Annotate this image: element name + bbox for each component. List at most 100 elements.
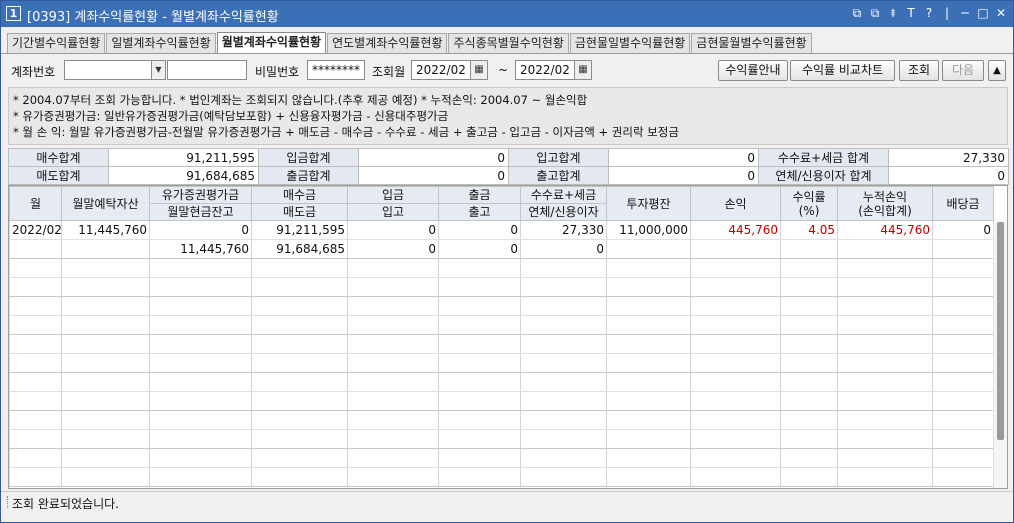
help-icon[interactable]: ?	[921, 5, 937, 22]
col-header-invest-avg[interactable]: 투자평잔	[606, 186, 691, 221]
copy-window-icon[interactable]: ⧉	[867, 5, 883, 22]
empty-cell	[251, 391, 348, 411]
title-bar: 1 [0393] 계좌수익률현황 - 월별계좌수익률현황 ⧉ ⧉ ⯒ T ? |…	[1, 1, 1013, 27]
notice-line: * 유가증권평가금: 일반유가증권평가금(예탁담보포함) + 신용융자평가금 -…	[13, 109, 449, 123]
col-header-cash-balance[interactable]: 월말현금잔고	[149, 203, 252, 221]
col-header-securities-eval[interactable]: 유가증권평가금	[149, 186, 252, 204]
col-header-stock-in[interactable]: 입고	[347, 203, 439, 221]
cell-sell-amount: 91,684,685	[251, 239, 348, 259]
empty-cell	[251, 353, 348, 373]
col-header-dividend[interactable]: 배당금	[932, 186, 994, 221]
tab-gold-daily-return[interactable]: 금현물일별수익률현황	[569, 33, 691, 53]
table-row[interactable]	[9, 448, 994, 468]
table-row[interactable]	[9, 315, 994, 335]
empty-cell	[932, 296, 994, 316]
col-header-sell-amount[interactable]: 매도금	[251, 203, 348, 221]
empty-cell	[932, 277, 994, 297]
empty-cell	[837, 277, 933, 297]
col-header-stock-out[interactable]: 출고	[438, 203, 521, 221]
pin-icon[interactable]: ⯒	[885, 5, 901, 22]
empty-cell	[149, 277, 252, 297]
empty-cell	[932, 429, 994, 449]
status-bar: 조회 완료되었습니다.	[1, 491, 1013, 511]
col-header-deposit[interactable]: 입금	[347, 186, 439, 204]
empty-cell	[520, 372, 607, 392]
tab-divider	[1, 53, 1013, 54]
empty-cell	[347, 296, 439, 316]
empty-cell	[9, 410, 62, 430]
tab-monthly-account-return[interactable]: 월별계좌수익률현황	[216, 32, 327, 53]
table-row[interactable]	[9, 372, 994, 392]
empty-cell	[61, 315, 150, 335]
col-header-interest[interactable]: 연체/신용이자	[520, 203, 607, 221]
col-header-return-rate[interactable]: 수익률 (%)	[780, 186, 838, 221]
table-row[interactable]	[9, 296, 994, 316]
to-calendar-button[interactable]: ▦	[574, 60, 592, 80]
calendar-icon: ▦	[578, 64, 588, 75]
summary-table: 매수합계 91,211,595 입금합계 0 입고합계 0 수수료+세금 합계 …	[8, 148, 1009, 185]
col-header-buy-amount[interactable]: 매수금	[251, 186, 348, 204]
cell-deposit-assets: 11,445,760	[61, 220, 150, 240]
return-guide-button[interactable]: 수익률안내	[718, 60, 788, 81]
col-header-withdraw[interactable]: 출금	[438, 186, 521, 204]
cell-deposit: 0	[347, 220, 439, 240]
grid-vertical-scrollbar[interactable]	[993, 222, 1007, 488]
table-row[interactable]	[9, 391, 994, 411]
col-header-deposit-assets[interactable]: 월말예탁자산	[61, 186, 150, 221]
status-message: 조회 완료되었습니다.	[12, 497, 119, 511]
col-header-fee-tax[interactable]: 수수료+세금	[520, 186, 607, 204]
tab-period-return[interactable]: 기간별수익률현황	[7, 33, 106, 53]
from-month-input[interactable]: 2022/02	[411, 60, 471, 80]
next-button[interactable]: 다음	[942, 60, 984, 81]
table-row[interactable]	[9, 334, 994, 354]
empty-cell	[9, 258, 62, 278]
buy-total-label: 매수합계	[8, 148, 109, 167]
table-row[interactable]	[9, 277, 994, 297]
account-name-field[interactable]	[167, 60, 247, 80]
table-row[interactable]: 2022/02 11,445,760 0 91,211,595 0 0 27,3…	[9, 220, 994, 240]
link-window-icon[interactable]: ⧉	[849, 5, 865, 22]
empty-cell	[932, 353, 994, 373]
empty-cell	[251, 334, 348, 354]
empty-cell	[438, 334, 521, 354]
tab-stock-monthly-return[interactable]: 주식종목별월수익현황	[448, 33, 569, 53]
monthly-return-grid[interactable]: 월 월말예탁자산 유가증권평가금 매수금 입금 출금 수수료+세금 투자평잔 손…	[8, 185, 1008, 489]
table-row[interactable]	[9, 467, 994, 487]
tab-daily-account-return[interactable]: 일별계좌수익률현황	[106, 33, 216, 53]
empty-cell	[149, 353, 252, 373]
tab-yearly-account-return[interactable]: 연도별계좌수익률현황	[327, 33, 448, 53]
account-dropdown-button[interactable]: ▼	[151, 60, 166, 80]
cell-buy-amount: 91,211,595	[251, 220, 348, 240]
col-header-month[interactable]: 월	[9, 186, 62, 221]
app-window: 1 [0393] 계좌수익률현황 - 월별계좌수익률현황 ⧉ ⧉ ⯒ T ? |…	[0, 0, 1014, 523]
empty-cell	[606, 334, 691, 354]
empty-cell	[690, 448, 781, 468]
collapse-up-button[interactable]: ▲	[988, 60, 1006, 81]
font-size-icon[interactable]: T	[903, 5, 919, 22]
from-calendar-button[interactable]: ▦	[470, 60, 488, 80]
col-header-pnl[interactable]: 손익	[690, 186, 781, 221]
table-row[interactable]: 11,445,760 91,684,685 0 0 0	[9, 239, 994, 259]
empty-cell	[9, 391, 62, 411]
password-input[interactable]: ********	[307, 60, 365, 80]
empty-cell	[347, 391, 439, 411]
empty-cell	[690, 353, 781, 373]
table-row[interactable]	[9, 410, 994, 430]
maximize-icon[interactable]: □	[975, 5, 991, 22]
table-row[interactable]	[9, 353, 994, 373]
empty-cell	[347, 353, 439, 373]
table-row[interactable]	[9, 429, 994, 449]
tab-gold-monthly-return[interactable]: 금현물월별수익률현황	[691, 33, 812, 53]
empty-cell	[932, 467, 994, 487]
window-controls: ⧉ ⧉ ⯒ T ? | ─ □ ✕	[849, 5, 1009, 22]
minimize-icon[interactable]: ─	[957, 5, 973, 22]
scrollbar-thumb[interactable]	[997, 222, 1004, 440]
close-icon[interactable]: ✕	[993, 5, 1009, 22]
col-header-cum-pnl[interactable]: 누적손익 (손익합계)	[837, 186, 933, 221]
to-month-input[interactable]: 2022/02	[515, 60, 575, 80]
account-number-input[interactable]	[64, 60, 152, 80]
empty-cell	[932, 315, 994, 335]
query-button[interactable]: 조회	[899, 60, 939, 81]
table-row[interactable]	[9, 258, 994, 278]
return-compare-chart-button[interactable]: 수익률 비교차트	[790, 60, 895, 81]
